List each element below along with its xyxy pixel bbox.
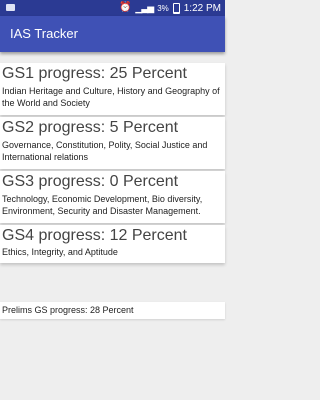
battery-percent: 3%: [157, 3, 169, 13]
alarm-icon: ⏰: [118, 2, 132, 13]
app-bar: IAS Tracker: [0, 16, 225, 52]
gs3-card[interactable]: GS3 progress: 0 Percent Technology, Econ…: [0, 171, 225, 223]
clock: 1:22 PM: [183, 2, 221, 14]
gs4-card[interactable]: GS4 progress: 12 Percent Ethics, Integri…: [0, 225, 225, 263]
app-title: IAS Tracker: [10, 26, 78, 41]
gs4-description: Ethics, Integrity, and Aptitude: [2, 247, 118, 257]
status-icons: ⏰ ▁▃▅ 3% 1:22 PM: [119, 2, 221, 14]
gs1-description: Indian Heritage and Culture, History and…: [2, 86, 220, 108]
gs4-heading: GS4 progress: 12 Percent: [2, 227, 187, 244]
gs2-heading: GS2 progress: 5 Percent: [2, 119, 179, 136]
signal-icon: ▁▃▅: [135, 2, 154, 13]
prelims-progress-text: Prelims GS progress: 28 Percent: [2, 305, 134, 315]
notification-icon: [6, 4, 15, 11]
battery-icon: [172, 2, 180, 14]
gs1-heading: GS1 progress: 25 Percent: [2, 65, 187, 82]
gs2-description: Governance, Constitution, Polity, Social…: [2, 140, 208, 162]
status-bar: ⏰ ▁▃▅ 3% 1:22 PM: [0, 0, 225, 16]
prelims-row[interactable]: Prelims GS progress: 28 Percent: [0, 302, 225, 319]
gs3-heading: GS3 progress: 0 Percent: [2, 173, 179, 190]
gs1-card[interactable]: GS1 progress: 25 Percent Indian Heritage…: [0, 63, 225, 115]
gs2-card[interactable]: GS2 progress: 5 Percent Governance, Cons…: [0, 117, 225, 169]
gs3-description: Technology, Economic Development, Bio di…: [2, 194, 203, 216]
